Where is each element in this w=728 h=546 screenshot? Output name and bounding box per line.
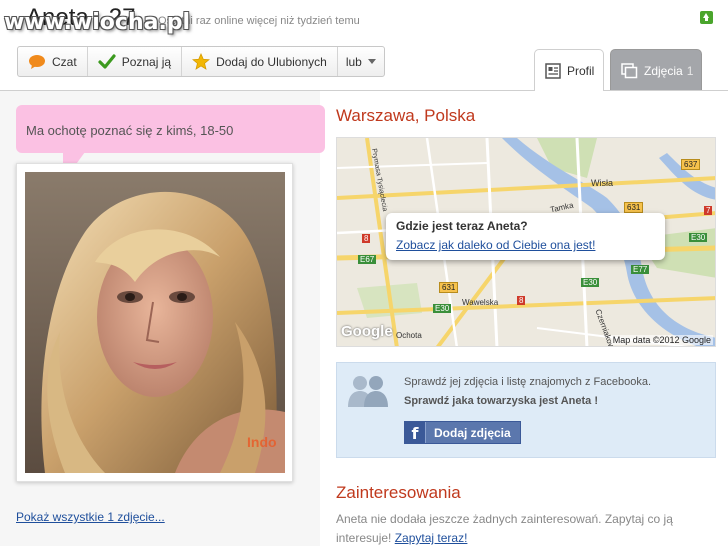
star-icon xyxy=(192,53,211,70)
add-photos-label: Dodaj zdjęcia xyxy=(434,425,511,440)
watermark: www.wiocha.pl xyxy=(4,10,191,35)
more-label: lub xyxy=(345,54,362,69)
map-road-7: 7 xyxy=(704,206,713,215)
favorites-label: Dodaj do Ulubionych xyxy=(216,54,327,69)
facebook-info-text: Sprawdź jej zdjęcia i listę znajomych z … xyxy=(404,376,652,388)
add-favorite-button[interactable]: Dodaj do Ulubionych xyxy=(182,47,338,76)
interests-text: Aneta nie dodała jeszcze żadnych zainter… xyxy=(336,510,716,546)
map-road-e30-bottom: E30 xyxy=(433,304,452,313)
tab-profile[interactable]: Profil xyxy=(534,49,604,91)
map-road-631-bottom: 631 xyxy=(439,282,459,293)
location-title: Warszawa, Polska xyxy=(336,106,476,125)
map-road-e67: E67 xyxy=(358,255,377,264)
map-label-wisla: Wisła xyxy=(591,178,613,188)
photos-icon xyxy=(621,62,638,79)
meet-button[interactable]: Poznaj ją xyxy=(88,47,183,76)
show-all-photos-link[interactable]: Pokaż wszystkie 1 zdjęcie... xyxy=(16,510,165,524)
map-road-8-left: 8 xyxy=(362,234,371,243)
photo-stamp-logo: Indo xyxy=(247,434,277,450)
interests-empty-text: Aneta nie dodała jeszcze żadnych zainter… xyxy=(336,512,673,545)
tab-photos-label: Zdjęcia xyxy=(644,63,683,78)
google-logo: Google xyxy=(341,323,393,340)
map-road-e77: E77 xyxy=(631,265,650,274)
distance-link[interactable]: Zobacz jak daleko od Ciebie ona jest! xyxy=(396,238,655,252)
interests-title: Zainteresowania xyxy=(336,483,461,502)
checkmark-icon xyxy=(98,53,116,70)
map-info-callout: Gdzie jest teraz Aneta? Zobacz jak dalek… xyxy=(386,213,665,260)
intent-bubble: Ma ochotę poznać się z kimś, 18-50 xyxy=(16,105,325,153)
map-road-e30-right: E30 xyxy=(689,233,708,242)
meet-label: Poznaj ją xyxy=(121,54,172,69)
profile-photo[interactable]: Indo xyxy=(25,172,285,473)
chat-button[interactable]: Czat xyxy=(18,47,88,76)
chat-bubble-icon xyxy=(28,54,46,70)
more-dropdown[interactable]: lub xyxy=(338,47,384,76)
intent-text: Ma ochotę poznać się z kimś, 18-50 xyxy=(26,123,234,138)
action-toolbar: Czat Poznaj ją Dodaj do Ulubionych lub xyxy=(17,46,385,77)
map-question: Gdzie jest teraz Aneta? xyxy=(396,219,528,233)
map-label-ochota: Ochota xyxy=(396,331,422,340)
map-credit: Map data ©2012 Google xyxy=(610,335,713,345)
map-road-631-top: 631 xyxy=(624,202,644,213)
map-road-637: 637 xyxy=(681,159,701,170)
facebook-prompt-text: Sprawdź jaka towarzyska jest Aneta ! xyxy=(404,395,598,407)
chevron-down-icon xyxy=(367,59,376,64)
add-photos-facebook-button[interactable]: f Dodaj zdjęcia xyxy=(404,421,521,444)
photos-count: 1 xyxy=(686,63,694,78)
facebook-icon: f xyxy=(405,422,426,443)
map-road-e30-mid: E30 xyxy=(581,278,600,287)
ask-now-link[interactable]: Zapytaj teraz! xyxy=(395,531,468,545)
tab-photos[interactable]: Zdjęcia 1 xyxy=(610,49,702,91)
map-road-8-right: 8 xyxy=(517,296,526,305)
friends-silhouette-icon xyxy=(346,373,390,410)
profile-card-icon xyxy=(545,62,561,79)
scroll-up-icon[interactable] xyxy=(700,11,713,24)
chat-label: Czat xyxy=(52,54,77,69)
profile-photo-frame: Indo xyxy=(16,163,293,482)
map-label-wawelska: Wawelska xyxy=(462,298,499,307)
tab-profile-label: Profil xyxy=(567,63,595,78)
